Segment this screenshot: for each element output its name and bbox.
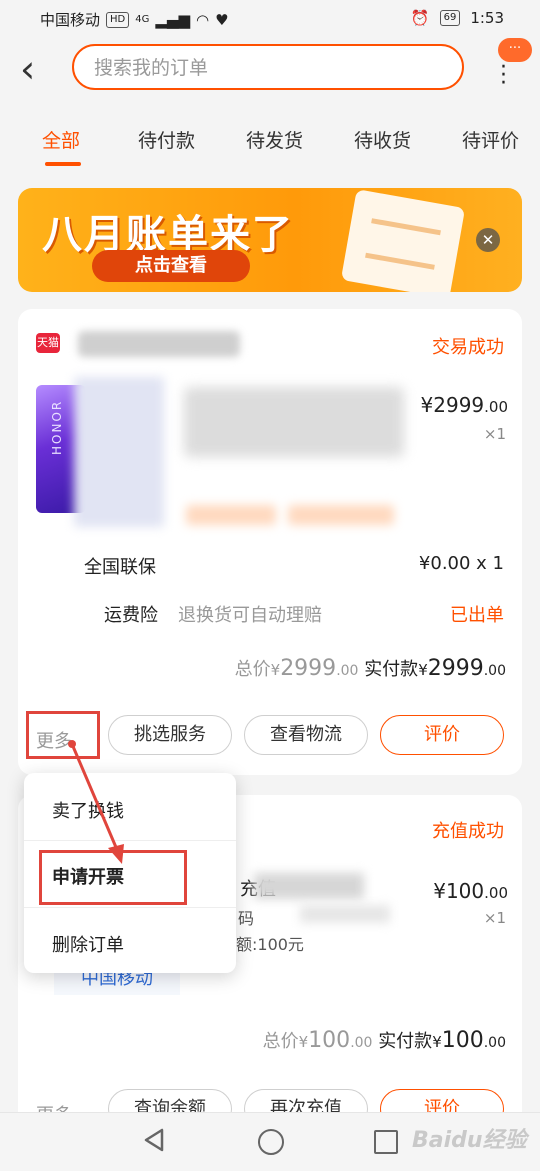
close-icon[interactable]: ✕ [476,228,500,252]
wifi-icon: ◠ [195,10,210,29]
service-price: ¥0.00 x 1 [418,553,504,574]
active-tab-indicator [45,162,81,166]
product-tag-blurred [186,505,276,525]
product-price: ¥2999.00 [420,393,508,417]
insurance-description: 退换货可自动理赔 [178,605,322,626]
sell-item-option[interactable]: 卖了换钱 [52,797,124,823]
nav-recent-apps-icon[interactable] [374,1130,398,1154]
product-tag-blurred [288,505,394,525]
tab-pending-payment[interactable]: 待付款 [138,126,195,153]
tab-pending-review[interactable]: 待评价 [462,126,519,153]
highlight-more-box [26,711,100,759]
signal-icon: ▂▄▆ [155,10,190,29]
search-header: ‹ ··· ··· [0,36,540,108]
recharge-title-blurred [254,873,364,899]
product-brand-text: HONOR [50,399,64,455]
alarm-icon: ⏰ [410,9,430,27]
product-image-blurred [74,377,164,527]
insurance-label: 运费险 [104,605,158,626]
clock-time: 1:53 [470,9,504,27]
tmall-icon: 天猫 [36,333,60,353]
view-logistics-button[interactable]: 查看物流 [244,715,368,755]
status-bar: 中国移动 HD 4G ▂▄▆ ◠ ♥ ⏰ 69 1:53 [0,0,540,36]
order-tabs: 全部 待付款 待发货 待收货 待评价 [0,118,540,168]
nav-back-icon[interactable] [142,1127,168,1153]
product-title-blurred[interactable] [184,387,404,457]
recharge-number-blurred [300,905,390,923]
heart-icon: ♥ [215,10,229,29]
carrier-name: 中国移动 [40,11,101,29]
hd-indicator: HD [106,11,130,28]
review-button[interactable]: 评价 [380,715,504,755]
nav-home-icon[interactable] [258,1129,284,1155]
tab-pending-receipt[interactable]: 待收货 [354,126,411,153]
highlight-invoice-box [39,850,187,905]
order-totals: 总价¥100.00 实付款¥100.00 [262,1028,506,1053]
order-search-input[interactable] [92,46,436,90]
divider [24,907,236,908]
product-price: ¥100.00 [433,879,508,903]
order-totals: 总价¥2999.00 实付款¥2999.00 [234,656,506,681]
service-label: 全国联保 [84,557,156,578]
order-status: 充值成功 [432,821,504,842]
message-bubble-icon[interactable]: ··· [498,38,532,62]
battery-level: 69 [439,10,461,26]
baidu-watermark: Baidu经验 [412,1128,527,1153]
back-arrow-icon[interactable]: ‹ [20,50,50,90]
network-type: 4G [135,14,150,25]
divider [24,840,236,841]
tab-pending-shipment[interactable]: 待发货 [246,126,303,153]
tab-all[interactable]: 全部 [42,126,80,153]
select-service-button[interactable]: 挑选服务 [108,715,232,755]
shop-name-blurred[interactable] [78,331,240,357]
more-options-icon[interactable]: · · · [500,57,507,95]
recharge-amount: 额:100元 [236,935,304,954]
monthly-bill-banner[interactable]: 八月账单来了 点击查看 [18,188,522,292]
banner-view-button[interactable]: 点击查看 [92,250,250,282]
product-quantity: ×1 [483,909,506,927]
order-card-1: 天猫 交易成功 HONOR ¥2999.00 ×1 全国联保 ¥0.00 x 1… [18,309,522,775]
insurance-status[interactable]: 已出单 [450,601,504,627]
product-quantity: ×1 [483,425,506,443]
order-status: 交易成功 [432,337,504,358]
delete-order-option[interactable]: 删除订单 [52,931,124,957]
order-search-box[interactable] [72,44,464,90]
recharge-number-label: 码 [238,909,255,928]
